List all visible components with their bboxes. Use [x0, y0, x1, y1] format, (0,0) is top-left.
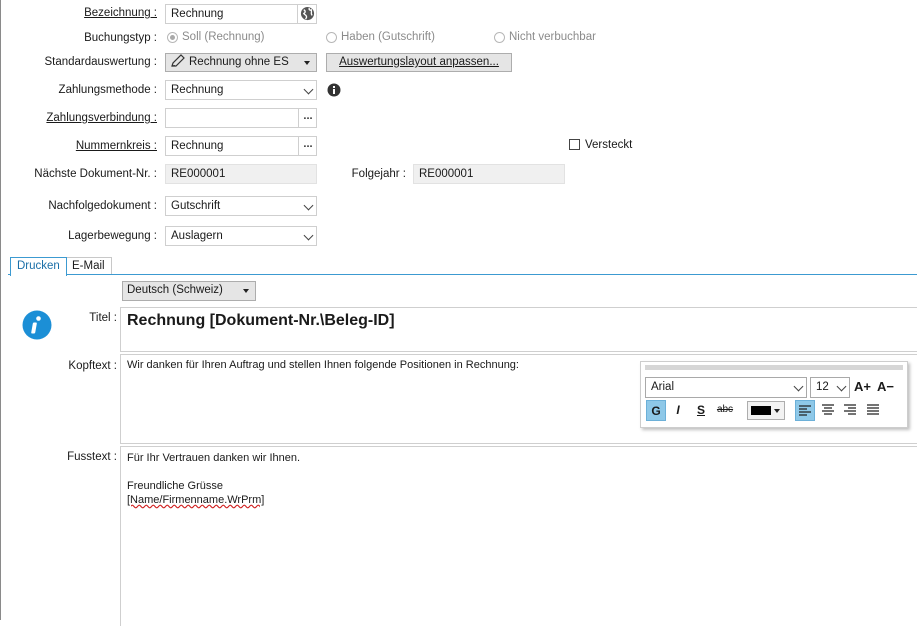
titel-text: Rechnung [Dokument-Nr.\Beleg-ID]: [127, 312, 395, 329]
italic-button[interactable]: I: [668, 400, 688, 421]
info-circle-icon: [22, 310, 52, 340]
align-justify-button[interactable]: [863, 400, 883, 421]
folgejahr-value: RE000001: [419, 168, 474, 180]
radio-haben[interactable]: Haben (Gutschrift): [326, 31, 435, 43]
align-right-button[interactable]: [840, 400, 860, 421]
nummernkreis-input[interactable]: Rechnung ...: [165, 136, 317, 156]
chevron-down-icon: [303, 230, 314, 241]
zahlungsmethode-select[interactable]: Rechnung: [165, 80, 317, 100]
chevron-down-icon: [303, 200, 314, 211]
bezeichnung-input[interactable]: Rechnung: [165, 4, 317, 24]
standardauswertung-value: Rechnung ohne ES: [189, 56, 289, 68]
fusstext-content: Für Ihr Vertrauen danken wir Ihnen. Freu…: [127, 451, 300, 507]
zahlungsverbindung-browse-button[interactable]: ...: [298, 109, 316, 127]
nachfolgedokument-label: Nachfolgedokument :: [48, 200, 157, 212]
nummernkreis-label: Nummernkreis :: [75, 140, 157, 152]
format-toolbar: Arial 12 A+ A− G I S abc: [640, 361, 908, 428]
naechste-dokument-nr-label: Nächste Dokument-Nr. :: [34, 168, 157, 180]
naechste-dokument-nr-value: RE000001: [171, 168, 226, 180]
pencil-icon: [171, 54, 185, 67]
toolbar-grip[interactable]: [645, 365, 903, 370]
font-value: Arial: [651, 381, 675, 393]
align-center-button[interactable]: [818, 400, 838, 421]
fusstext-line: [Name/Firmenname.WrPrm]: [127, 494, 265, 506]
standardauswertung-dropdown[interactable]: Rechnung ohne ES: [165, 53, 317, 72]
dropdown-arrow-icon: [304, 61, 310, 65]
naechste-dokument-nr-field: RE000001: [165, 164, 317, 184]
bezeichnung-value: Rechnung: [171, 8, 224, 20]
zahlungsverbindung-label: Zahlungsverbindung :: [46, 112, 157, 124]
strikethrough-button[interactable]: abc: [713, 400, 737, 421]
language-dropdown[interactable]: Deutsch (Schweiz): [122, 281, 256, 301]
folgejahr-label: Folgejahr :: [351, 168, 406, 180]
dropdown-arrow-icon: [243, 289, 249, 293]
zahlungsverbindung-input[interactable]: ...: [165, 108, 317, 128]
radio-haben-label: Haben (Gutschrift): [341, 31, 435, 43]
radio-soll[interactable]: Soll (Rechnung): [167, 31, 264, 43]
fusstext-label: Fusstext :: [67, 451, 117, 463]
titel-label: Titel :: [89, 312, 117, 324]
align-right-icon: [844, 404, 856, 415]
tab-email[interactable]: E-Mail: [65, 257, 112, 275]
nummernkreis-value: Rechnung: [171, 140, 224, 152]
globe-icon: [300, 6, 315, 21]
nachfolgedokument-value: Gutschrift: [171, 200, 221, 212]
tab-drucken[interactable]: Drucken: [10, 257, 67, 276]
kopftext-label: Kopftext :: [68, 360, 117, 372]
language-value: Deutsch (Schweiz): [127, 284, 223, 296]
grow-font-button[interactable]: A+: [854, 379, 871, 394]
font-size-value: 12: [816, 381, 829, 393]
radio-nicht-verbuchbar-label: Nicht verbuchbar: [509, 31, 596, 43]
dropdown-arrow-icon: [774, 409, 780, 413]
align-left-button[interactable]: [795, 400, 815, 421]
folgejahr-field: RE000001: [413, 164, 565, 184]
versteckt-checkbox[interactable]: [569, 139, 580, 150]
globe-button[interactable]: [297, 5, 316, 23]
nummernkreis-browse-button[interactable]: ...: [298, 137, 316, 155]
fusstext-editor[interactable]: Für Ihr Vertrauen danken wir Ihnen. Freu…: [120, 446, 917, 626]
lagerbewegung-value: Auslagern: [171, 230, 223, 242]
radio-haben-circle: [326, 31, 337, 43]
fusstext-line: Für Ihr Vertrauen danken wir Ihnen.: [127, 452, 301, 464]
radio-nicht-verbuchbar[interactable]: Nicht verbuchbar: [494, 31, 596, 43]
tab-strip-line: [8, 274, 917, 275]
radio-soll-circle: [167, 31, 178, 43]
auswertungslayout-button[interactable]: Auswertungslayout anpassen...: [326, 53, 512, 72]
zahlungsmethode-label: Zahlungsmethode :: [58, 84, 157, 96]
shrink-font-button[interactable]: A−: [877, 379, 894, 394]
lagerbewegung-select[interactable]: Auslagern: [165, 226, 317, 246]
text-color-swatch: [751, 406, 771, 415]
standardauswertung-label: Standardauswertung :: [44, 56, 157, 68]
fusstext-line: [127, 465, 300, 479]
tab-email-label: E-Mail: [72, 260, 105, 272]
font-size-select[interactable]: 12: [810, 377, 850, 398]
nachfolgedokument-select[interactable]: Gutschrift: [165, 196, 317, 216]
chevron-down-icon: [793, 381, 804, 392]
tab-drucken-label: Drucken: [17, 260, 60, 272]
auswertungslayout-button-label: Auswertungslayout anpassen...: [339, 56, 499, 68]
underline-button[interactable]: S: [691, 400, 711, 421]
buchungstyp-label: Buchungstyp :: [84, 32, 157, 44]
text-color-button[interactable]: [747, 401, 785, 420]
align-left-icon: [799, 405, 811, 416]
chevron-down-icon: [836, 381, 847, 392]
versteckt-label: Versteckt: [585, 139, 633, 151]
chevron-down-icon: [303, 84, 314, 95]
zahlungsmethode-value: Rechnung: [171, 84, 224, 96]
info-icon[interactable]: [327, 83, 341, 97]
bezeichnung-label: Bezeichnung :: [84, 7, 157, 19]
font-select[interactable]: Arial: [645, 377, 807, 398]
radio-nicht-verbuchbar-circle: [494, 31, 505, 43]
window-left-border: [0, 0, 1, 620]
radio-soll-label: Soll (Rechnung): [182, 31, 265, 43]
lagerbewegung-label: Lagerbewegung :: [68, 230, 157, 242]
align-justify-icon: [867, 404, 879, 415]
fusstext-line: Freundliche Grüsse: [127, 480, 223, 492]
titel-editor[interactable]: Rechnung [Dokument-Nr.\Beleg-ID]: [120, 307, 917, 352]
align-center-icon: [822, 404, 834, 415]
bold-button[interactable]: G: [646, 400, 666, 421]
kopftext-text: Wir danken für Ihren Auftrag und stellen…: [127, 359, 519, 371]
